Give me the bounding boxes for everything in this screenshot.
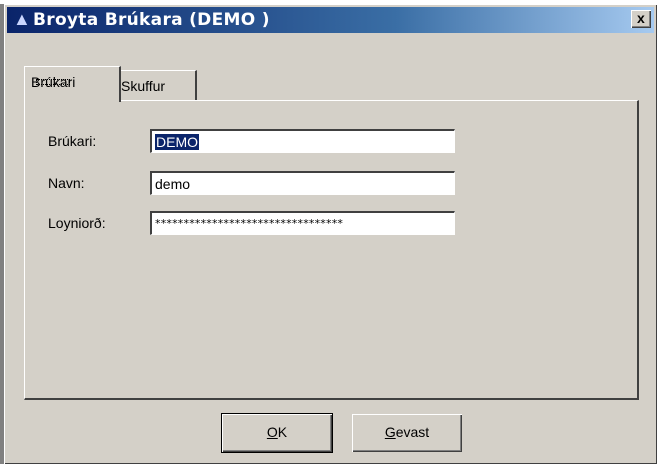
triangle-app-icon: ▲ — [13, 9, 32, 29]
user-field-value: DEMO — [155, 134, 199, 150]
edit-user-dialog: ▲ Broyta Brúkara (DEMO ) x Brúkari Skuff… — [4, 4, 657, 464]
close-icon: x — [636, 10, 646, 26]
password-field-value: ********************************* — [155, 217, 344, 230]
name-field-value: demo — [155, 176, 191, 192]
password-field[interactable]: ********************************* — [150, 211, 455, 235]
title-bar[interactable]: ▲ Broyta Brúkara (DEMO ) x — [7, 7, 654, 33]
user-label: Brúkari: — [48, 133, 97, 149]
window-title: Broyta Brúkara (DEMO ) — [33, 10, 270, 30]
cancel-label-rest: evast — [395, 424, 430, 440]
cancel-button[interactable]: Gevast — [352, 414, 462, 452]
password-label: Loyniorð: — [48, 215, 106, 231]
tab-brukari-label: Brúkari — [31, 74, 76, 90]
name-label: Navn: — [48, 175, 85, 191]
tab-skuffur-label: Skuffur — [121, 78, 166, 94]
name-field[interactable]: demo — [150, 171, 455, 195]
cancel-mnemonic: G — [384, 424, 396, 440]
user-field[interactable]: DEMO — [150, 129, 455, 153]
ok-button[interactable]: OK — [221, 413, 333, 453]
tab-panel: Brúkari: DEMO Navn: demo Loyniorð: *****… — [24, 100, 639, 400]
tab-skuffur[interactable]: Skuffur — [114, 70, 197, 101]
close-button[interactable]: x — [631, 10, 651, 28]
tab-brukari[interactable]: Brúkari — [24, 66, 121, 102]
ok-mnemonic: O — [266, 424, 278, 440]
ok-label-rest: K — [277, 424, 288, 440]
